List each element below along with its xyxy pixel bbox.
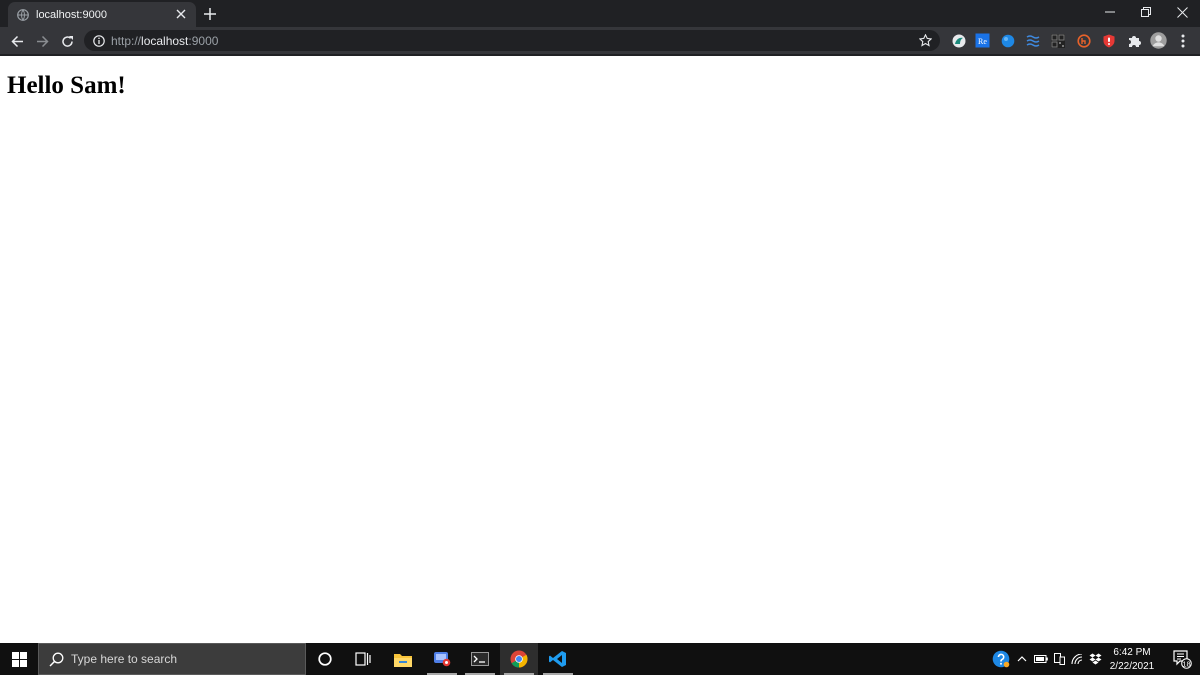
avatar[interactable] [1150,32,1167,49]
tab-strip: localhost:9000 [0,0,1200,27]
extension-re-icon[interactable]: Re [975,33,990,48]
kebab-menu-icon[interactable] [1175,33,1190,48]
info-icon[interactable] [92,34,105,47]
file-explorer-icon[interactable] [384,643,422,675]
search-placeholder: Type here to search [71,652,178,666]
extension-orange-icon[interactable] [1076,33,1091,48]
phone-link-icon[interactable] [1051,643,1067,675]
taskbar-search-box[interactable]: Type here to search [38,643,306,675]
forward-icon[interactable] [32,31,52,51]
wifi-icon[interactable] [1069,643,1085,675]
url-host: localhost [141,34,189,48]
extension-red-shield-icon[interactable] [1101,33,1116,48]
search-icon [48,651,64,667]
taskbar: Type here to search 6:42 PM 2/22/2021 18 [0,643,1200,675]
globe-icon [17,8,29,21]
battery-icon[interactable] [1032,643,1050,675]
terminal-icon[interactable] [461,643,499,675]
page-viewport: Hello Sam! [0,56,1200,643]
vscode-icon[interactable] [539,643,577,675]
system-clock[interactable]: 6:42 PM 2/22/2021 [1104,644,1160,674]
clock-date: 2/22/2021 [1109,661,1155,672]
chevron-up-icon[interactable] [1014,643,1030,675]
extension-teal-icon[interactable] [951,33,966,48]
extension-qr-icon[interactable] [1050,33,1065,48]
restore-icon[interactable] [1128,0,1164,24]
extension-blue-circle-icon[interactable] [1000,33,1015,48]
url-port: :9000 [188,34,219,48]
address-bar[interactable]: http://localhost:9000 [84,30,940,51]
extension-wave-icon[interactable] [1025,33,1040,48]
back-icon[interactable] [7,31,27,51]
help-icon[interactable] [990,643,1012,675]
browser-toolbar: http://localhost:9000 Re [0,27,1200,54]
clock-time: 6:42 PM [1113,647,1151,658]
notification-count: 18 [1182,659,1190,668]
close-icon[interactable] [174,7,188,21]
url-scheme: http:// [111,34,142,48]
chrome-icon[interactable] [500,643,538,675]
action-center-icon[interactable]: 18 [1164,643,1200,675]
plus-icon[interactable] [201,5,219,23]
windows-start-icon[interactable] [0,643,38,675]
close-window-icon[interactable] [1164,0,1200,24]
browser-tab[interactable]: localhost:9000 [8,2,196,27]
snip-tool-icon[interactable] [423,643,461,675]
reload-icon[interactable] [57,31,77,51]
url-text: http://localhost:9000 [111,34,218,48]
page-heading: Hello Sam! [7,72,126,99]
task-view-icon[interactable] [344,643,382,675]
dropbox-icon[interactable] [1087,643,1103,675]
star-icon[interactable] [918,33,933,48]
minimize-icon[interactable] [1092,0,1128,24]
puzzle-icon[interactable] [1126,33,1141,48]
tab-title: localhost:9000 [36,8,107,21]
cortana-icon[interactable] [306,643,344,675]
extension-re-label: Re [978,37,987,46]
